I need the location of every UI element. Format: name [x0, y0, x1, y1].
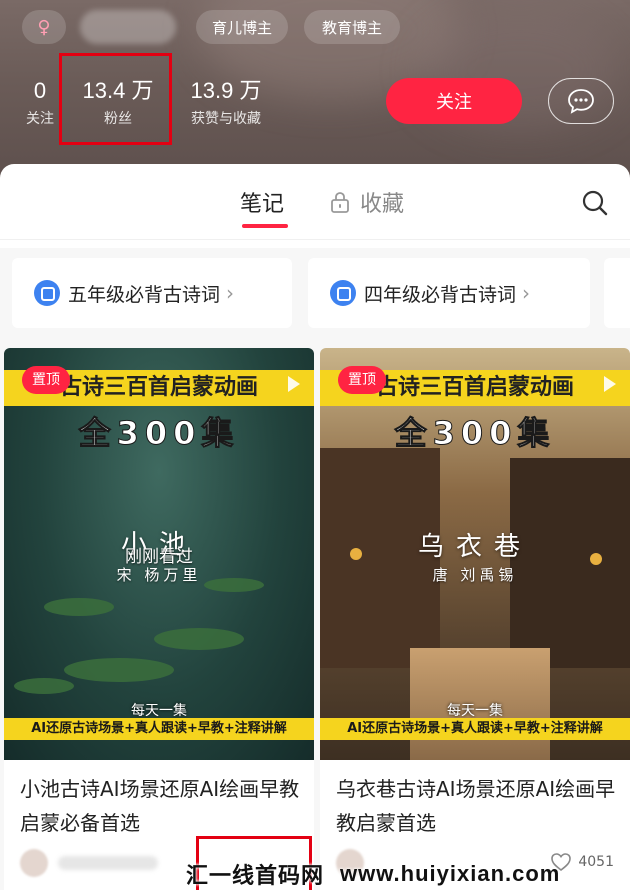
collection-card[interactable]: 五年级必背古诗词 › [12, 258, 292, 328]
lily-pad [44, 598, 114, 616]
tag-education[interactable]: 教育博主 [304, 10, 400, 44]
likes-label: 获赞与收藏 [191, 111, 261, 127]
female-icon: ♀ [37, 16, 51, 38]
blurred-location-tag [80, 10, 176, 44]
episodes-text: 全300集 [78, 414, 240, 453]
play-icon [288, 376, 300, 392]
collection-row: 五年级必背古诗词 › 四年级必背古诗词 › [0, 248, 630, 334]
collection-icon [34, 280, 60, 306]
poem-title: 乌衣巷 [417, 532, 532, 562]
pinned-badge: 置顶 [338, 366, 386, 394]
note-title[interactable]: 小池古诗AI场景还原AI绘画早教启蒙必备首选 [20, 772, 300, 840]
feature-strip: AI还原古诗场景+真人跟读+早教+注释讲解 [4, 718, 314, 740]
likes-stat[interactable]: 13.9 万 获赞与收藏 [180, 78, 272, 128]
collection-card-partial[interactable] [604, 258, 630, 328]
chevron-right-icon: › [522, 281, 531, 305]
play-icon [604, 376, 616, 392]
poem-author: 唐 刘禹锡 [432, 566, 518, 584]
likes-count: 13.9 万 [190, 78, 262, 103]
pinned-badge: 置顶 [22, 366, 70, 394]
highlight-box-fans [59, 53, 172, 145]
watermark-text: 汇一线首码网 [186, 864, 325, 889]
note-card[interactable]: 古诗三百首启蒙动画 置顶 全300集 乌衣巷 唐 刘禹锡 每天一集 AI还原古诗… [320, 348, 630, 890]
chevron-right-icon: › [226, 281, 235, 305]
collection-label: 四年级必背古诗词 [364, 283, 517, 306]
gender-tag: ♀ [22, 10, 66, 44]
collection-card[interactable]: 四年级必背古诗词 › [308, 258, 590, 328]
blurred-username [58, 856, 158, 870]
poem-author: 宋 杨万里 [116, 566, 202, 584]
watermark-url: www.huiyixian.com [340, 861, 561, 886]
tag-parenting[interactable]: 育儿博主 [196, 10, 288, 44]
lock-icon [331, 192, 349, 213]
message-button[interactable] [548, 78, 614, 124]
tab-bar: 笔记 收藏 [0, 164, 630, 240]
note-card[interactable]: 古诗三百首启蒙动画 置顶 全300集 小池 刚刚看过 宋 杨万里 每天一集 AI… [4, 348, 314, 890]
daily-text: 每天一集 [447, 703, 503, 719]
daily-text: 每天一集 [131, 703, 187, 719]
avatar[interactable] [20, 849, 48, 877]
chat-icon [568, 89, 594, 114]
tab-collect[interactable]: 收藏 [330, 186, 404, 218]
active-tab-indicator [242, 224, 288, 228]
lily-pad [14, 678, 74, 694]
collection-icon [330, 280, 356, 306]
feature-strip: AI还原古诗场景+真人跟读+早教+注释讲解 [320, 718, 630, 740]
episodes-text: 全300集 [394, 414, 556, 453]
note-thumbnail[interactable]: 古诗三百首启蒙动画 置顶 全300集 小池 刚刚看过 宋 杨万里 每天一集 AI… [4, 348, 314, 760]
lily-pad [154, 628, 244, 650]
watermark: 汇一线首码网 www.huiyixian.com [186, 858, 630, 890]
tab-notes[interactable]: 笔记 [240, 186, 284, 218]
lily-pad [64, 658, 174, 682]
following-stat[interactable]: 0 关注 [20, 78, 60, 128]
collection-label: 五年级必背古诗词 [68, 283, 221, 306]
house-right [510, 458, 630, 668]
follow-button[interactable]: 关注 [386, 78, 522, 124]
profile-header: ♀ 育儿博主 教育博主 0 关注 13.4 万 粉丝 13.9 万 获赞与收藏 … [0, 0, 630, 178]
search-icon[interactable] [580, 188, 610, 218]
note-thumbnail[interactable]: 古诗三百首启蒙动画 置顶 全300集 乌衣巷 唐 刘禹锡 每天一集 AI还原古诗… [320, 348, 630, 760]
tab-collect-label: 收藏 [360, 192, 405, 217]
following-label: 关注 [26, 111, 54, 127]
note-title[interactable]: 乌衣巷古诗AI场景还原AI绘画早教启蒙首选 [336, 772, 616, 840]
following-count: 0 [33, 78, 47, 103]
